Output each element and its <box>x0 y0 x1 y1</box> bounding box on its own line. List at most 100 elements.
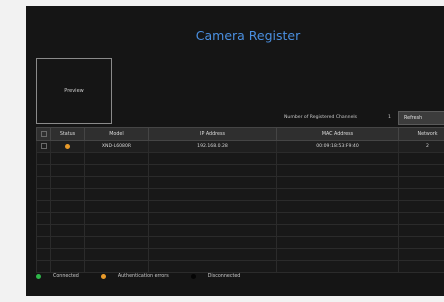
column-header-status[interactable]: Status <box>50 127 85 141</box>
empty-cell <box>84 176 149 189</box>
disconnected-dot-icon <box>190 274 196 279</box>
legend-item-authentication-errors: Authentication errors <box>100 274 169 279</box>
empty-table-row <box>36 164 444 177</box>
preview-label: Preview <box>64 88 84 94</box>
registered-channels-label: Number of Registered Channels <box>284 115 358 120</box>
registered-channels-count: 1 <box>388 115 391 120</box>
empty-cell <box>276 260 399 273</box>
empty-cell <box>50 224 85 237</box>
empty-cell <box>148 212 277 225</box>
empty-cell <box>276 152 399 165</box>
empty-cell <box>148 152 277 165</box>
row-checkbox[interactable] <box>40 143 47 150</box>
empty-cell <box>276 176 399 189</box>
empty-cell <box>84 200 149 213</box>
empty-cell <box>36 200 51 213</box>
empty-table-row <box>36 188 444 201</box>
camera-table: Status Model IP Address MAC Address Netw… <box>36 127 444 273</box>
empty-cell <box>50 164 85 177</box>
camera-register-screen: Camera Register Preview Number of Regist… <box>26 6 444 296</box>
refresh-button[interactable]: Refresh <box>398 111 444 125</box>
empty-cell <box>148 236 277 249</box>
empty-cell <box>36 176 51 189</box>
empty-table-row <box>36 176 444 189</box>
empty-cell <box>398 236 444 249</box>
status-legend: Connected Authentication errors Disconne… <box>36 274 262 279</box>
empty-cell <box>84 260 149 273</box>
table-header-row: Status Model IP Address MAC Address Netw… <box>36 127 444 141</box>
empty-cell <box>148 176 277 189</box>
empty-cell <box>84 152 149 165</box>
empty-table-row <box>36 260 444 273</box>
empty-cell <box>84 248 149 261</box>
cell-mac-address: 00:09:18:53:F9:40 <box>276 140 399 153</box>
empty-cell <box>50 212 85 225</box>
empty-cell <box>50 248 85 261</box>
select-all-header[interactable] <box>36 127 51 141</box>
empty-cell <box>276 200 399 213</box>
empty-cell <box>148 164 277 177</box>
empty-table-row <box>36 224 444 237</box>
page-title: Camera Register <box>195 28 301 43</box>
empty-cell <box>36 260 51 273</box>
empty-cell <box>36 188 51 201</box>
empty-cell <box>276 224 399 237</box>
empty-cell <box>276 164 399 177</box>
column-header-network[interactable]: Network <box>398 127 444 141</box>
empty-cell <box>276 212 399 225</box>
empty-cell <box>36 212 51 225</box>
legend-item-connected: Connected <box>36 274 79 279</box>
empty-cell <box>398 200 444 213</box>
empty-cell <box>276 236 399 249</box>
empty-cell <box>50 176 85 189</box>
column-header-ip-address[interactable]: IP Address <box>148 127 277 141</box>
empty-cell <box>84 164 149 177</box>
empty-cell <box>398 188 444 201</box>
empty-table-row <box>36 152 444 165</box>
preview-panel: Preview <box>36 58 112 124</box>
empty-table-row <box>36 200 444 213</box>
column-header-model[interactable]: Model <box>84 127 149 141</box>
empty-cell <box>398 224 444 237</box>
auth-error-dot-icon <box>100 274 106 279</box>
empty-table-row <box>36 212 444 225</box>
empty-cell <box>36 248 51 261</box>
empty-cell <box>398 152 444 165</box>
empty-cell <box>148 200 277 213</box>
empty-cell <box>148 188 277 201</box>
empty-cell <box>50 152 85 165</box>
empty-cell <box>36 164 51 177</box>
empty-cell <box>50 260 85 273</box>
empty-cell <box>276 248 399 261</box>
empty-cell <box>36 224 51 237</box>
legend-label: Authentication errors <box>117 274 169 279</box>
empty-cell <box>36 236 51 249</box>
empty-cell <box>36 152 51 165</box>
empty-cell <box>148 248 277 261</box>
legend-label: Connected <box>53 274 79 279</box>
empty-cell <box>398 212 444 225</box>
empty-cell <box>398 248 444 261</box>
connected-dot-icon <box>36 274 41 279</box>
empty-cell <box>84 236 149 249</box>
column-header-mac-address[interactable]: MAC Address <box>276 127 399 141</box>
empty-table-row <box>36 248 444 261</box>
select-all-checkbox[interactable] <box>40 130 47 137</box>
empty-cell <box>50 200 85 213</box>
table-row[interactable]: XND-L6080R 192.168.0.28 00:09:18:53:F9:4… <box>36 140 444 153</box>
cell-ip-address: 192.168.0.28 <box>148 140 277 153</box>
cell-model: XND-L6080R <box>84 140 149 153</box>
empty-cell <box>84 224 149 237</box>
empty-cell <box>276 188 399 201</box>
empty-cell <box>148 224 277 237</box>
status-dot-icon <box>65 143 70 149</box>
empty-cell <box>50 236 85 249</box>
legend-item-disconnected: Disconnected <box>190 274 240 279</box>
empty-cell <box>398 164 444 177</box>
empty-cell <box>398 176 444 189</box>
empty-table-row <box>36 236 444 249</box>
cell-network: 2 <box>398 140 444 153</box>
empty-cell <box>148 260 277 273</box>
empty-cell <box>84 212 149 225</box>
empty-cell <box>398 260 444 273</box>
